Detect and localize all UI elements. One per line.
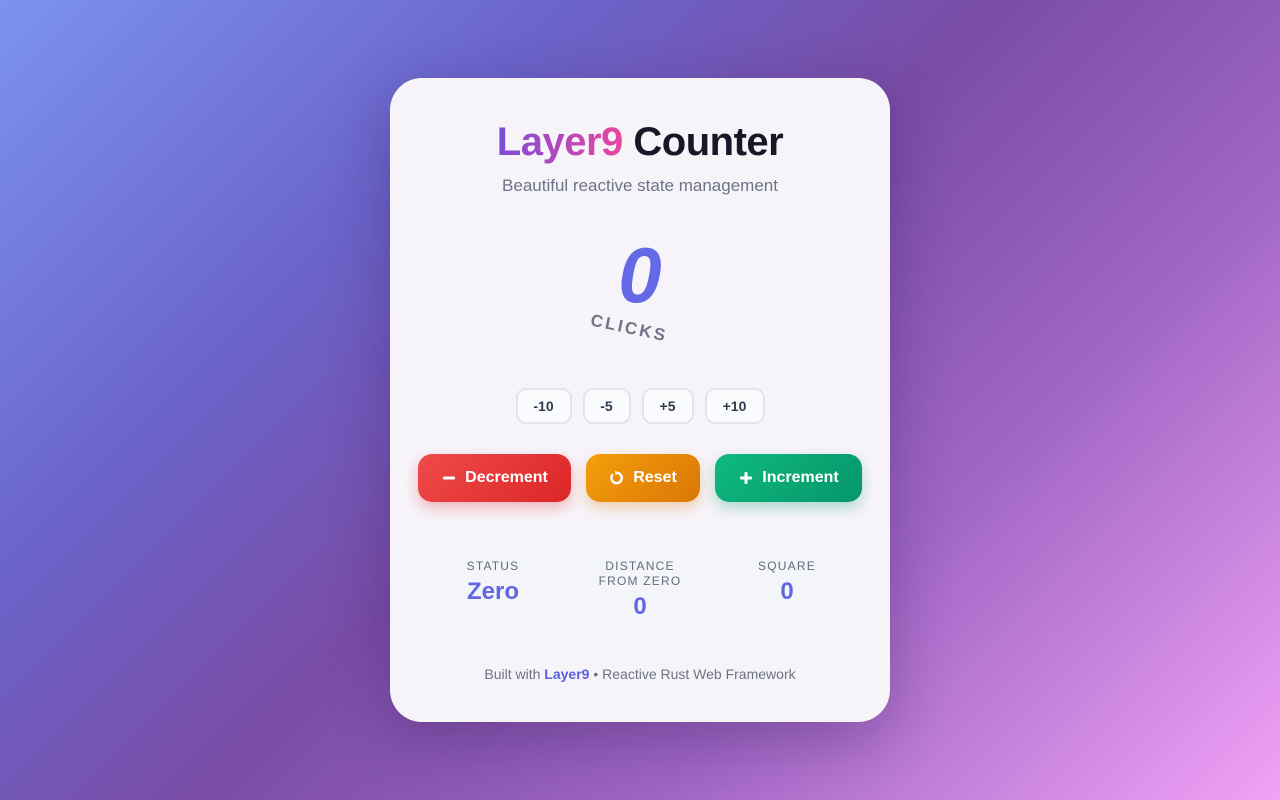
reset-icon bbox=[609, 470, 625, 486]
counter-value: 0 bbox=[618, 231, 662, 319]
quick-adjust-group: -10 -5 +5 +10 bbox=[390, 388, 890, 424]
decrement-label: Decrement bbox=[465, 469, 548, 486]
stat-card-status: STATUS Zero bbox=[430, 542, 556, 636]
stat-card-distance: DISTANCE FROM ZERO 0 bbox=[576, 542, 704, 636]
stat-value: Zero bbox=[466, 578, 519, 605]
reset-label: Reset bbox=[633, 469, 677, 486]
footer-suffix: Reactive Rust Web Framework bbox=[602, 666, 796, 682]
minus-ten-button[interactable]: -10 bbox=[515, 388, 572, 424]
page-title: Layer9 Counter bbox=[390, 118, 890, 166]
stat-label: SQUARE bbox=[758, 559, 816, 573]
reset-button[interactable]: Reset bbox=[586, 454, 700, 502]
subtitle: Beautiful reactive state management bbox=[502, 176, 778, 195]
counter-card: Layer9 Counter Beautiful reactive state … bbox=[390, 78, 890, 722]
footer-separator: • bbox=[593, 666, 599, 682]
stat-card-square: SQUARE 0 bbox=[724, 542, 850, 636]
stat-value: 0 bbox=[633, 593, 647, 620]
stat-value: 0 bbox=[780, 578, 794, 605]
plus-icon bbox=[738, 470, 754, 486]
minus-five-button[interactable]: -5 bbox=[582, 388, 631, 424]
decrement-button[interactable]: Decrement bbox=[418, 454, 571, 502]
title-brand: Layer9 bbox=[496, 120, 623, 164]
increment-label: Increment bbox=[762, 469, 839, 486]
increment-button[interactable]: Increment bbox=[715, 454, 862, 502]
footer-brand-link[interactable]: Layer9 bbox=[544, 666, 589, 682]
stats-panel: STATUS Zero DISTANCE FROM ZERO 0 SQUARE … bbox=[430, 542, 850, 636]
action-button-group: Decrement Reset Increment bbox=[418, 454, 862, 502]
plus-five-button[interactable]: +5 bbox=[641, 388, 694, 424]
footer: Built with Layer9 • Reactive Rust Web Fr… bbox=[390, 666, 890, 682]
footer-prefix: Built with bbox=[484, 666, 541, 682]
title-text: Counter bbox=[633, 120, 784, 164]
plus-ten-button[interactable]: +10 bbox=[704, 388, 765, 424]
minus-icon bbox=[441, 470, 457, 486]
stat-label: STATUS bbox=[466, 559, 520, 573]
stat-label: DISTANCE FROM ZERO bbox=[598, 559, 682, 588]
